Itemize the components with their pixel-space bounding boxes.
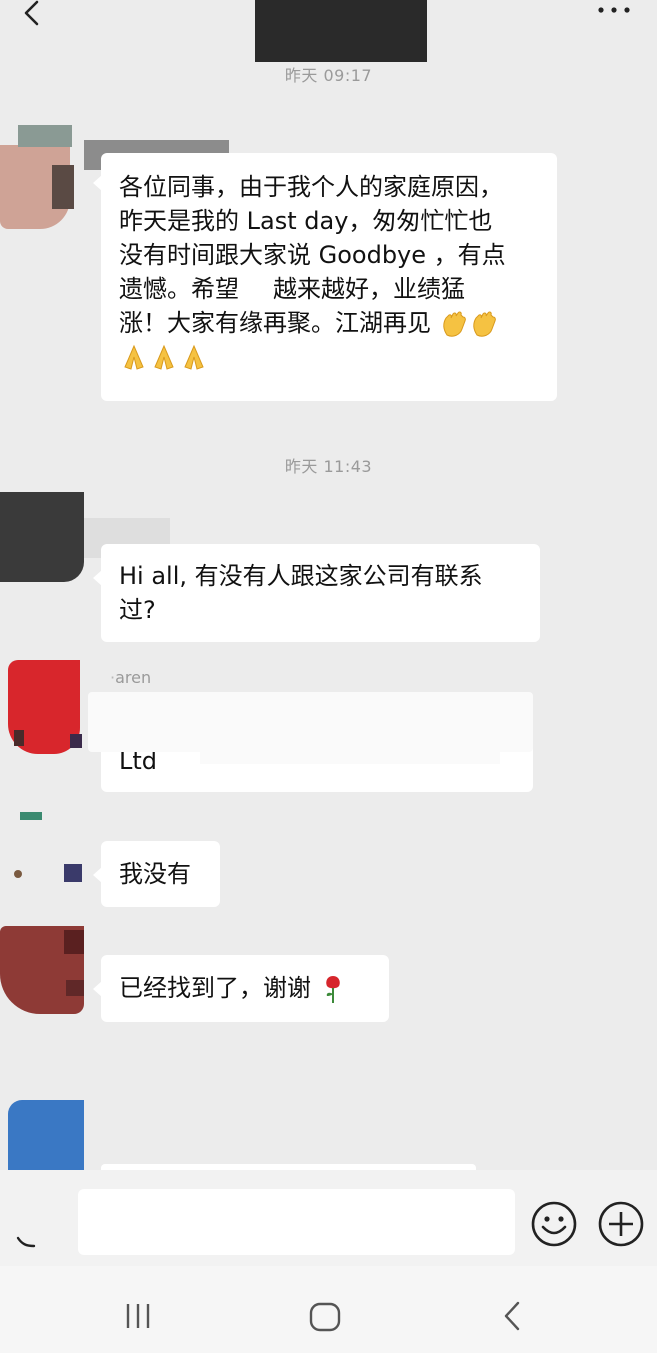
home-icon[interactable] bbox=[307, 1299, 343, 1335]
avatar[interactable] bbox=[0, 926, 84, 1014]
message-line: 各位同事，由于我个人的家庭原因， bbox=[119, 173, 503, 201]
message-bubble[interactable]: Hi all, 有没有人跟这家公司有联系 过? bbox=[93, 544, 540, 642]
message-line: 过? bbox=[119, 596, 156, 624]
chat-title-redacted bbox=[255, 0, 427, 62]
more-dots-icon[interactable] bbox=[596, 4, 632, 16]
message-input[interactable] bbox=[78, 1189, 515, 1255]
voice-icon[interactable] bbox=[14, 1232, 38, 1252]
message-line: 昨天是我的 Last day，匆匆忙忙也 bbox=[119, 207, 493, 235]
rose-icon bbox=[325, 976, 340, 1003]
avatar[interactable] bbox=[0, 1100, 84, 1170]
plus-circle-icon[interactable] bbox=[596, 1199, 646, 1249]
avatar[interactable] bbox=[0, 125, 84, 229]
message-line: Hi all, 有没有人跟这家公司有联系 bbox=[119, 562, 483, 590]
recent-apps-icon[interactable] bbox=[120, 1300, 156, 1332]
sender-name: ·aren bbox=[110, 668, 152, 687]
message-line: 遗憾。希望 越来越好，业绩猛 bbox=[119, 275, 465, 303]
waving-hand-icon bbox=[473, 311, 496, 337]
back-icon[interactable] bbox=[498, 1299, 528, 1333]
timestamp: 昨天 11:43 bbox=[284, 457, 373, 476]
message-line bbox=[119, 340, 539, 374]
message-line: 没有时间跟大家说 Goodbye ，有点 bbox=[119, 241, 506, 269]
avatar[interactable] bbox=[0, 812, 84, 882]
avatar[interactable] bbox=[0, 492, 84, 582]
message-line: 我没有 bbox=[119, 860, 191, 888]
message-line: 涨！大家有缘再聚。江湖再见 bbox=[119, 306, 539, 340]
message-bubble[interactable]: 已经找到了，谢谢 bbox=[93, 955, 389, 1022]
folded-hands-icon bbox=[154, 344, 174, 370]
chevron-left-icon[interactable] bbox=[18, 0, 44, 30]
message-line: 已经找到了，谢谢 bbox=[119, 971, 371, 1005]
message-bubble[interactable]: 各位同事，由于我个人的家庭原因， 昨天是我的 Last day，匆匆忙忙也 没有… bbox=[93, 153, 557, 401]
folded-hands-icon bbox=[184, 344, 204, 370]
redaction bbox=[200, 740, 500, 764]
smiley-icon[interactable] bbox=[529, 1199, 579, 1249]
folded-hands-icon bbox=[124, 344, 144, 370]
message-bubble[interactable]: 我没有 bbox=[93, 841, 220, 907]
timestamp: 昨天 09:17 bbox=[284, 66, 373, 85]
avatar[interactable] bbox=[0, 660, 84, 754]
waving-hand-icon bbox=[443, 311, 466, 337]
